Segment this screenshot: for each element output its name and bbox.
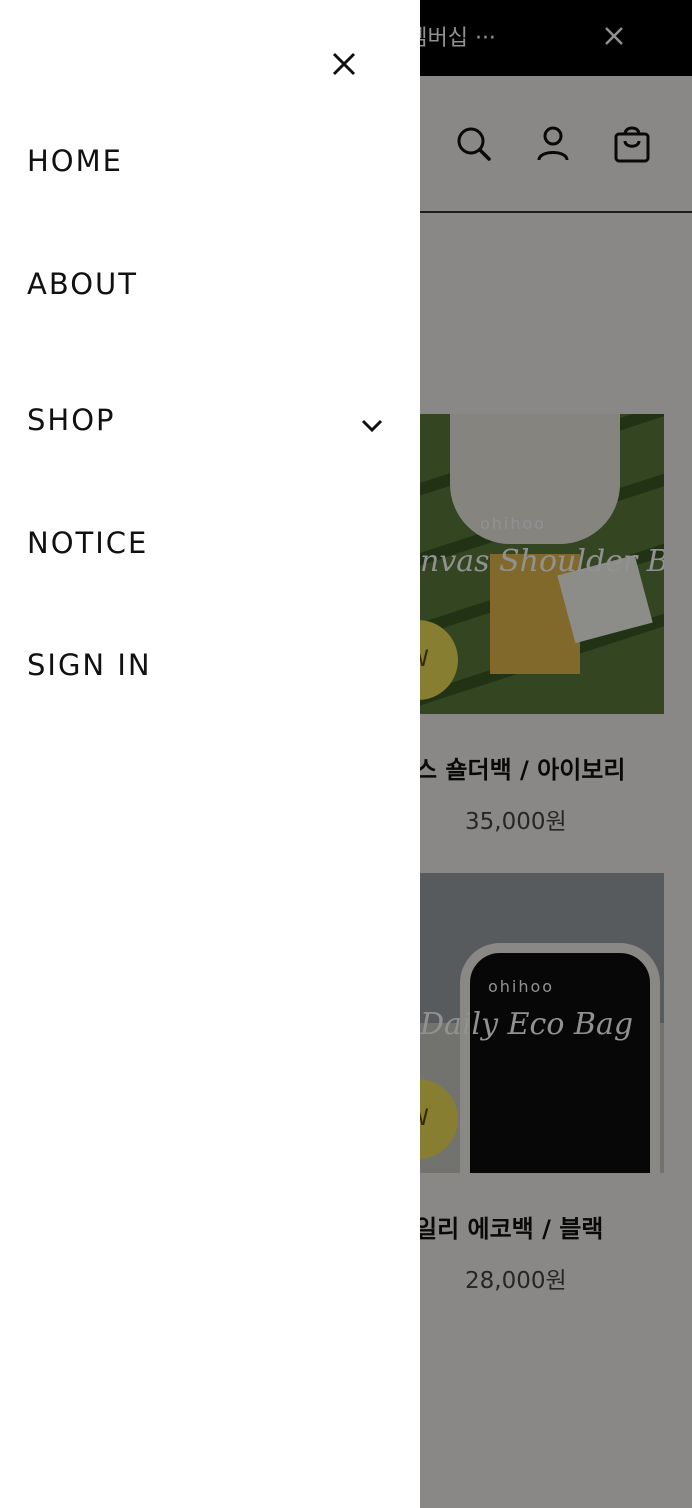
close-icon[interactable]	[330, 50, 358, 78]
menu-item-about[interactable]: ABOUT	[27, 267, 138, 301]
menu-item-sign-in[interactable]: SIGN IN	[27, 648, 152, 682]
side-drawer: HOME ABOUT SHOP NOTICE SIGN IN	[0, 0, 420, 1508]
menu-item-home[interactable]: HOME	[27, 144, 123, 178]
menu-item-shop[interactable]: SHOP	[27, 403, 116, 437]
menu-item-notice[interactable]: NOTICE	[27, 526, 148, 560]
chevron-down-icon[interactable]	[358, 412, 386, 440]
